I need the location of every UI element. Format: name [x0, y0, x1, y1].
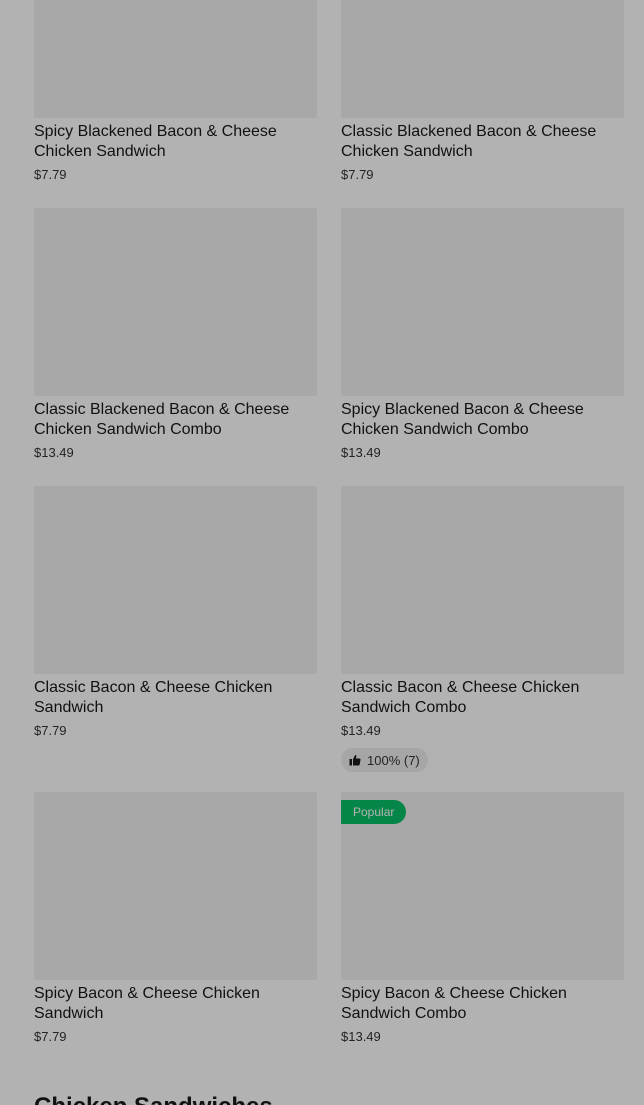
- modal-backdrop[interactable]: [0, 0, 644, 1105]
- menu-page: Spicy Blackened Bacon & Cheese Chicken S…: [0, 0, 644, 1105]
